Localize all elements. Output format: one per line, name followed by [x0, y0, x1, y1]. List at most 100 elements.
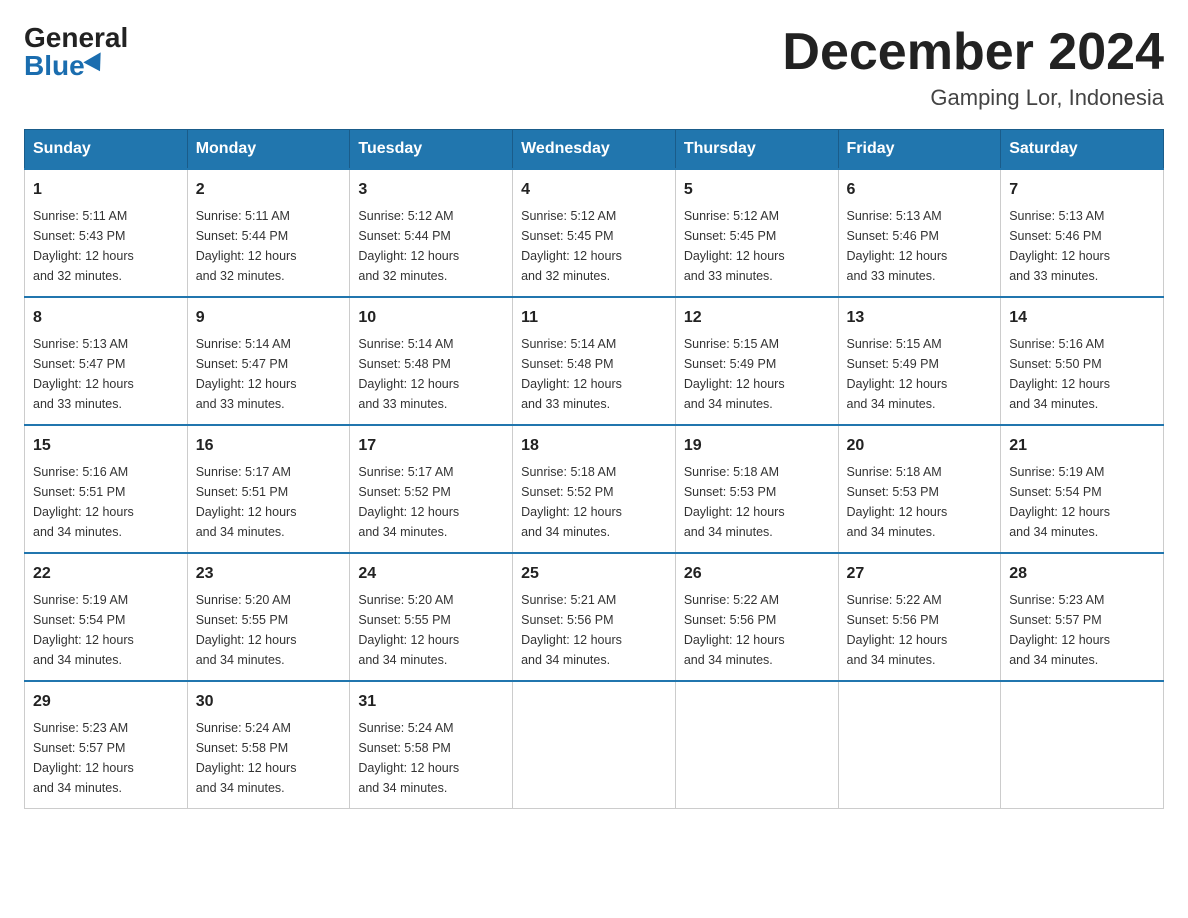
day-number: 19	[684, 434, 830, 458]
calendar-cell: 11 Sunrise: 5:14 AMSunset: 5:48 PMDaylig…	[513, 297, 676, 425]
day-number: 26	[684, 562, 830, 586]
logo-blue-text: Blue	[24, 52, 107, 80]
calendar-cell: 17 Sunrise: 5:17 AMSunset: 5:52 PMDaylig…	[350, 425, 513, 553]
day-detail: Sunrise: 5:19 AMSunset: 5:54 PMDaylight:…	[33, 593, 134, 667]
calendar-cell: 18 Sunrise: 5:18 AMSunset: 5:52 PMDaylig…	[513, 425, 676, 553]
calendar-cell: 16 Sunrise: 5:17 AMSunset: 5:51 PMDaylig…	[187, 425, 350, 553]
day-detail: Sunrise: 5:14 AMSunset: 5:47 PMDaylight:…	[196, 337, 297, 411]
calendar-cell: 20 Sunrise: 5:18 AMSunset: 5:53 PMDaylig…	[838, 425, 1001, 553]
day-number: 29	[33, 690, 179, 714]
calendar-cell: 8 Sunrise: 5:13 AMSunset: 5:47 PMDayligh…	[25, 297, 188, 425]
calendar-body: 1 Sunrise: 5:11 AMSunset: 5:43 PMDayligh…	[25, 169, 1164, 809]
calendar-table: Sunday Monday Tuesday Wednesday Thursday…	[24, 129, 1164, 809]
day-number: 5	[684, 178, 830, 202]
day-detail: Sunrise: 5:18 AMSunset: 5:52 PMDaylight:…	[521, 465, 622, 539]
day-number: 14	[1009, 306, 1155, 330]
day-detail: Sunrise: 5:15 AMSunset: 5:49 PMDaylight:…	[847, 337, 948, 411]
day-detail: Sunrise: 5:22 AMSunset: 5:56 PMDaylight:…	[684, 593, 785, 667]
day-number: 1	[33, 178, 179, 202]
calendar-cell: 30 Sunrise: 5:24 AMSunset: 5:58 PMDaylig…	[187, 681, 350, 809]
day-number: 23	[196, 562, 342, 586]
calendar-header: Sunday Monday Tuesday Wednesday Thursday…	[25, 130, 1164, 170]
day-detail: Sunrise: 5:13 AMSunset: 5:46 PMDaylight:…	[847, 209, 948, 283]
calendar-cell	[1001, 681, 1164, 809]
day-number: 17	[358, 434, 504, 458]
day-detail: Sunrise: 5:23 AMSunset: 5:57 PMDaylight:…	[1009, 593, 1110, 667]
day-number: 30	[196, 690, 342, 714]
day-detail: Sunrise: 5:12 AMSunset: 5:45 PMDaylight:…	[684, 209, 785, 283]
calendar-cell: 9 Sunrise: 5:14 AMSunset: 5:47 PMDayligh…	[187, 297, 350, 425]
weekday-header-row: Sunday Monday Tuesday Wednesday Thursday…	[25, 130, 1164, 170]
day-detail: Sunrise: 5:24 AMSunset: 5:58 PMDaylight:…	[358, 721, 459, 795]
col-friday: Friday	[838, 130, 1001, 170]
day-number: 6	[847, 178, 993, 202]
calendar-cell: 24 Sunrise: 5:20 AMSunset: 5:55 PMDaylig…	[350, 553, 513, 681]
calendar-week-row: 29 Sunrise: 5:23 AMSunset: 5:57 PMDaylig…	[25, 681, 1164, 809]
calendar-cell: 29 Sunrise: 5:23 AMSunset: 5:57 PMDaylig…	[25, 681, 188, 809]
day-detail: Sunrise: 5:14 AMSunset: 5:48 PMDaylight:…	[358, 337, 459, 411]
day-detail: Sunrise: 5:17 AMSunset: 5:51 PMDaylight:…	[196, 465, 297, 539]
day-number: 22	[33, 562, 179, 586]
col-wednesday: Wednesday	[513, 130, 676, 170]
day-detail: Sunrise: 5:13 AMSunset: 5:47 PMDaylight:…	[33, 337, 134, 411]
location-title: Gamping Lor, Indonesia	[782, 85, 1164, 111]
calendar-cell: 12 Sunrise: 5:15 AMSunset: 5:49 PMDaylig…	[675, 297, 838, 425]
day-number: 3	[358, 178, 504, 202]
day-number: 15	[33, 434, 179, 458]
calendar-cell: 6 Sunrise: 5:13 AMSunset: 5:46 PMDayligh…	[838, 169, 1001, 297]
calendar-cell: 13 Sunrise: 5:15 AMSunset: 5:49 PMDaylig…	[838, 297, 1001, 425]
calendar-cell: 10 Sunrise: 5:14 AMSunset: 5:48 PMDaylig…	[350, 297, 513, 425]
day-detail: Sunrise: 5:16 AMSunset: 5:51 PMDaylight:…	[33, 465, 134, 539]
day-detail: Sunrise: 5:15 AMSunset: 5:49 PMDaylight:…	[684, 337, 785, 411]
day-number: 21	[1009, 434, 1155, 458]
day-detail: Sunrise: 5:19 AMSunset: 5:54 PMDaylight:…	[1009, 465, 1110, 539]
day-number: 7	[1009, 178, 1155, 202]
calendar-cell: 25 Sunrise: 5:21 AMSunset: 5:56 PMDaylig…	[513, 553, 676, 681]
day-number: 9	[196, 306, 342, 330]
page-header: General Blue December 2024 Gamping Lor, …	[24, 24, 1164, 111]
day-number: 20	[847, 434, 993, 458]
calendar-cell: 5 Sunrise: 5:12 AMSunset: 5:45 PMDayligh…	[675, 169, 838, 297]
day-detail: Sunrise: 5:11 AMSunset: 5:43 PMDaylight:…	[33, 209, 134, 283]
logo-general-text: General	[24, 24, 128, 52]
day-detail: Sunrise: 5:21 AMSunset: 5:56 PMDaylight:…	[521, 593, 622, 667]
calendar-week-row: 1 Sunrise: 5:11 AMSunset: 5:43 PMDayligh…	[25, 169, 1164, 297]
day-number: 25	[521, 562, 667, 586]
calendar-cell: 4 Sunrise: 5:12 AMSunset: 5:45 PMDayligh…	[513, 169, 676, 297]
calendar-week-row: 15 Sunrise: 5:16 AMSunset: 5:51 PMDaylig…	[25, 425, 1164, 553]
day-detail: Sunrise: 5:16 AMSunset: 5:50 PMDaylight:…	[1009, 337, 1110, 411]
day-number: 13	[847, 306, 993, 330]
day-detail: Sunrise: 5:14 AMSunset: 5:48 PMDaylight:…	[521, 337, 622, 411]
calendar-cell: 22 Sunrise: 5:19 AMSunset: 5:54 PMDaylig…	[25, 553, 188, 681]
calendar-cell: 19 Sunrise: 5:18 AMSunset: 5:53 PMDaylig…	[675, 425, 838, 553]
logo: General Blue	[24, 24, 128, 80]
day-detail: Sunrise: 5:23 AMSunset: 5:57 PMDaylight:…	[33, 721, 134, 795]
calendar-cell	[513, 681, 676, 809]
calendar-week-row: 22 Sunrise: 5:19 AMSunset: 5:54 PMDaylig…	[25, 553, 1164, 681]
day-detail: Sunrise: 5:12 AMSunset: 5:44 PMDaylight:…	[358, 209, 459, 283]
month-title: December 2024	[782, 24, 1164, 81]
col-tuesday: Tuesday	[350, 130, 513, 170]
day-number: 2	[196, 178, 342, 202]
day-detail: Sunrise: 5:18 AMSunset: 5:53 PMDaylight:…	[684, 465, 785, 539]
calendar-cell: 26 Sunrise: 5:22 AMSunset: 5:56 PMDaylig…	[675, 553, 838, 681]
day-detail: Sunrise: 5:18 AMSunset: 5:53 PMDaylight:…	[847, 465, 948, 539]
col-saturday: Saturday	[1001, 130, 1164, 170]
day-detail: Sunrise: 5:20 AMSunset: 5:55 PMDaylight:…	[358, 593, 459, 667]
day-detail: Sunrise: 5:24 AMSunset: 5:58 PMDaylight:…	[196, 721, 297, 795]
day-detail: Sunrise: 5:12 AMSunset: 5:45 PMDaylight:…	[521, 209, 622, 283]
day-detail: Sunrise: 5:20 AMSunset: 5:55 PMDaylight:…	[196, 593, 297, 667]
col-monday: Monday	[187, 130, 350, 170]
day-detail: Sunrise: 5:22 AMSunset: 5:56 PMDaylight:…	[847, 593, 948, 667]
day-number: 24	[358, 562, 504, 586]
col-sunday: Sunday	[25, 130, 188, 170]
calendar-cell: 27 Sunrise: 5:22 AMSunset: 5:56 PMDaylig…	[838, 553, 1001, 681]
calendar-cell: 7 Sunrise: 5:13 AMSunset: 5:46 PMDayligh…	[1001, 169, 1164, 297]
logo-triangle-icon	[83, 52, 108, 76]
col-thursday: Thursday	[675, 130, 838, 170]
day-detail: Sunrise: 5:17 AMSunset: 5:52 PMDaylight:…	[358, 465, 459, 539]
day-number: 8	[33, 306, 179, 330]
day-number: 12	[684, 306, 830, 330]
calendar-cell	[675, 681, 838, 809]
calendar-cell: 31 Sunrise: 5:24 AMSunset: 5:58 PMDaylig…	[350, 681, 513, 809]
